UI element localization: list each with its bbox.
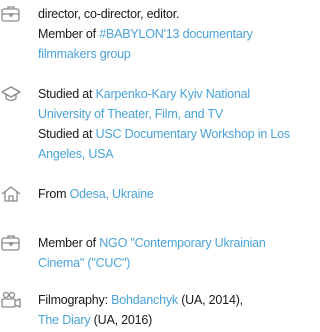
- film-meta: (UA, 2016): [90, 313, 153, 327]
- hometown-link[interactable]: Odesa, Ukraine: [70, 187, 154, 201]
- the-diary-link[interactable]: The Diary: [38, 313, 91, 327]
- graduation-cap-icon: [0, 84, 22, 104]
- text-line: University of Theater, Film, and TV: [38, 104, 292, 124]
- bohdanchyk-link[interactable]: Bohdanchyk: [111, 293, 178, 307]
- babylon-link-continued[interactable]: filmmakers group: [38, 47, 131, 61]
- info-text: From Odesa, Ukraine: [38, 184, 292, 204]
- text-line: Cinema" ("CUC"): [38, 253, 292, 273]
- usc-workshop-link[interactable]: USC Documentary Workshop in Los: [96, 127, 291, 141]
- text-line: Studied at Karpenko-Kary Kyiv National: [38, 84, 292, 104]
- from-prefix: From: [38, 187, 70, 201]
- text-line: Studied at USC Documentary Workshop in L…: [38, 124, 292, 144]
- babylon-link[interactable]: #BABYLON'13 documentary: [99, 27, 253, 41]
- cuc-link-continued[interactable]: Cinema" ("CUC"): [38, 256, 130, 270]
- member-prefix: Member of: [38, 27, 100, 41]
- filmography-prefix: Filmography:: [38, 293, 112, 307]
- info-text: Studied at Karpenko-Kary Kyiv National U…: [38, 84, 292, 164]
- film-camera-icon: [0, 290, 22, 310]
- info-text: director, co-director, editor. Member of…: [38, 4, 292, 64]
- info-text: Filmography: Bohdanchyk (UA, 2014), The …: [38, 290, 292, 330]
- home-icon: [0, 184, 22, 204]
- member-prefix: Member of: [38, 236, 100, 250]
- briefcase-icon: [0, 233, 22, 253]
- kyiv-university-link-continued[interactable]: University of Theater, Film, and TV: [38, 107, 223, 121]
- text-line: filmmakers group: [38, 44, 292, 64]
- text-line: Member of NGO "Contemporary Ukrainian: [38, 233, 292, 253]
- briefcase-icon: [0, 4, 22, 24]
- text-line: Angeles, USA: [38, 144, 292, 164]
- kyiv-university-link[interactable]: Karpenko-Kary Kyiv National: [96, 87, 251, 101]
- occupation-text: director, co-director, editor.: [38, 7, 180, 21]
- text-line: director, co-director, editor.: [38, 4, 292, 24]
- usc-workshop-link-continued[interactable]: Angeles, USA: [38, 147, 114, 161]
- text-line: Filmography: Bohdanchyk (UA, 2014),: [38, 290, 292, 310]
- text-line: The Diary (UA, 2016): [38, 310, 292, 330]
- studied-prefix: Studied at: [38, 127, 96, 141]
- info-text: Member of NGO "Contemporary Ukrainian Ci…: [38, 233, 292, 273]
- cuc-link[interactable]: NGO "Contemporary Ukrainian: [99, 236, 266, 250]
- film-meta: (UA, 2014),: [177, 293, 243, 307]
- text-line: Member of #BABYLON'13 documentary: [38, 24, 292, 44]
- studied-prefix: Studied at: [38, 87, 96, 101]
- text-line: From Odesa, Ukraine: [38, 184, 292, 204]
